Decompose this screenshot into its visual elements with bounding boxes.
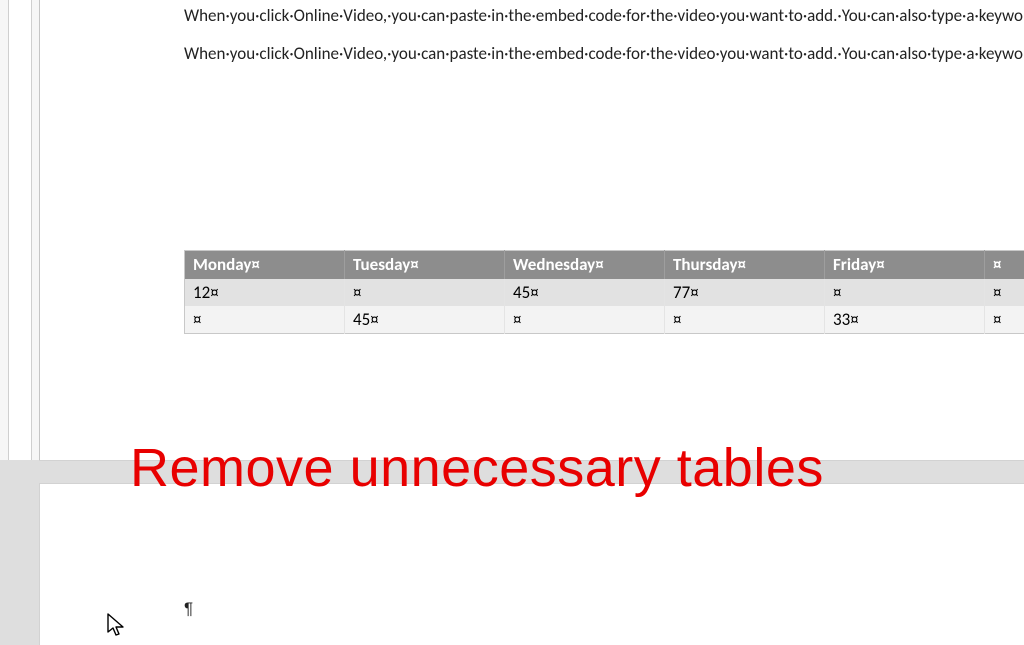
cell-r1-c5[interactable]: ¤: [825, 279, 985, 306]
cell-r1-c6-val: ¤: [993, 282, 1001, 303]
cell-r1-c3[interactable]: 45¤: [505, 279, 665, 306]
header-wednesday-label: Wednesday¤: [513, 254, 604, 275]
body-text-block[interactable]: When·you·click·Online·Video,·you·can·pas…: [184, 4, 994, 80]
paragraph-2-text: When·you·click·Online·Video,·you·can·pas…: [184, 43, 1024, 64]
paragraph-1-text: When·you·click·Online·Video,·you·can·pas…: [184, 5, 1024, 26]
cell-r1-c3-val: 45¤: [513, 282, 539, 303]
vertical-ruler: [0, 0, 40, 460]
header-endmark-label: ¤: [993, 254, 1001, 275]
cell-r2-c3[interactable]: ¤: [505, 306, 665, 334]
header-friday[interactable]: Friday¤: [825, 251, 985, 279]
cell-r1-c1-val: 12¤: [193, 282, 219, 303]
header-thursday[interactable]: Thursday¤: [665, 251, 825, 279]
header-monday[interactable]: Monday¤: [185, 251, 345, 279]
table-row[interactable]: 12¤ ¤ 45¤ 77¤ ¤ ¤: [185, 279, 1024, 306]
page-1[interactable]: When·you·click·Online·Video,·you·can·pas…: [40, 0, 1024, 460]
header-tuesday-label: Tuesday¤: [353, 254, 419, 275]
cell-r1-c6[interactable]: ¤: [985, 279, 1024, 306]
header-endmark[interactable]: ¤: [985, 251, 1024, 279]
header-friday-label: Friday¤: [833, 254, 885, 275]
cell-r2-c1-val: ¤: [193, 309, 201, 330]
table-row[interactable]: ¤ 45¤ ¤ ¤ 33¤ ¤: [185, 306, 1024, 334]
cell-r2-c2[interactable]: 45¤: [345, 306, 505, 334]
cell-r2-c1[interactable]: ¤: [185, 306, 345, 334]
paragraph-1[interactable]: When·you·click·Online·Video,·you·can·pas…: [184, 4, 994, 28]
header-thursday-label: Thursday¤: [673, 254, 746, 275]
paragraph-2[interactable]: When·you·click·Online·Video,·you·can·pas…: [184, 42, 994, 66]
cell-r1-c4-val: 77¤: [673, 282, 699, 303]
cell-r2-c6-val: ¤: [993, 309, 1001, 330]
cell-r1-c2-val: ¤: [353, 282, 361, 303]
cell-r2-c4[interactable]: ¤: [665, 306, 825, 334]
document-workspace: When·you·click·Online·Video,·you·can·pas…: [0, 0, 1024, 645]
table-header-row[interactable]: Monday¤ Tuesday¤ Wednesday¤ Thursday¤ Fr…: [185, 251, 1024, 279]
cell-r2-c5[interactable]: 33¤: [825, 306, 985, 334]
cell-r2-c6[interactable]: ¤: [985, 306, 1024, 334]
vertical-ruler-inner: [8, 0, 32, 460]
cell-r1-c4[interactable]: 77¤: [665, 279, 825, 306]
cell-r1-c1[interactable]: 12¤: [185, 279, 345, 306]
cell-r2-c5-val: 33¤: [833, 309, 859, 330]
header-monday-label: Monday¤: [193, 254, 260, 275]
header-wednesday[interactable]: Wednesday¤: [505, 251, 665, 279]
cell-r2-c4-val: ¤: [673, 309, 681, 330]
page-2[interactable]: ¶: [40, 484, 1024, 645]
cell-r2-c2-val: 45¤: [353, 309, 379, 330]
cell-r1-c2[interactable]: ¤: [345, 279, 505, 306]
header-tuesday[interactable]: Tuesday¤: [345, 251, 505, 279]
schedule-table[interactable]: Monday¤ Tuesday¤ Wednesday¤ Thursday¤ Fr…: [184, 250, 1024, 334]
cell-r1-c5-val: ¤: [833, 282, 841, 303]
empty-paragraph-mark[interactable]: ¶: [184, 598, 193, 619]
cell-r2-c3-val: ¤: [513, 309, 521, 330]
paragraph-mark-icon: ¶: [184, 599, 193, 618]
